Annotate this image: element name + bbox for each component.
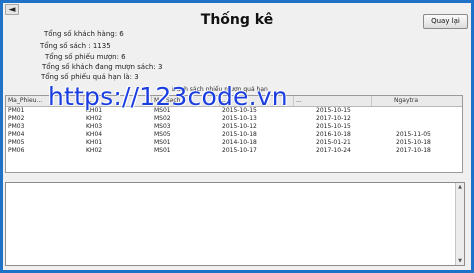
table-row[interactable]: PM06 KH02 MS01 2015-10-17 2017-10-24 201…: [6, 147, 462, 155]
table-cell: 2015-10-15: [316, 123, 351, 130]
statistics-window: ◄ Thống kê Quay lại Tổng số khách hàng: …: [0, 0, 474, 273]
stat-loans: Tổng số phiếu mượn: 6: [45, 53, 126, 61]
table-cell: PM05: [8, 139, 25, 146]
table-cell: 2015-11-05: [396, 131, 431, 138]
window-left-border: [0, 0, 3, 273]
table-cell: PM06: [8, 147, 25, 154]
table-cell: MS05: [154, 131, 171, 138]
table-row[interactable]: PM04 KH04 MS05 2015-10-18 2016-10-18 201…: [6, 131, 462, 139]
table-cell: KH04: [86, 131, 103, 138]
table-cell: 2014-10-18: [222, 139, 257, 146]
table-cell: PM02: [8, 115, 25, 122]
column-header[interactable]: Ngaytra: [372, 96, 462, 106]
table-cell: PM03: [8, 123, 25, 130]
vertical-scrollbar[interactable]: ▲ ▼: [455, 183, 464, 265]
table-cell: 2017-10-18: [396, 147, 431, 154]
stat-customers: Tổng số khách hàng: 6: [44, 30, 124, 38]
table-cell: PM04: [8, 131, 25, 138]
stat-books: Tổng số sách : 1135: [40, 42, 111, 50]
table-cell: KH02: [86, 115, 103, 122]
table-cell: KH03: [86, 123, 103, 130]
table-cell: KH02: [86, 147, 103, 154]
watermark-text: https://123code.vn: [48, 82, 288, 111]
return-button[interactable]: Quay lại: [423, 14, 468, 29]
table-cell: 2017-10-24: [316, 147, 351, 154]
table-cell: MS02: [154, 115, 171, 122]
table-cell: 2015-10-18: [222, 131, 257, 138]
page-title: Thống kê: [200, 12, 274, 28]
table-cell: KH01: [86, 139, 103, 146]
column-header[interactable]: ...: [294, 96, 372, 106]
text-area-panel[interactable]: ▲ ▼: [5, 182, 465, 266]
stat-overdue: Tổng số phiếu quá hạn là: 3: [41, 73, 139, 81]
table-cell: 2016-10-18: [316, 131, 351, 138]
table-cell: 2015-10-12: [222, 123, 257, 130]
table-cell: 2015-10-13: [222, 115, 257, 122]
table-row[interactable]: PM05 KH01 MS01 2014-10-18 2015-01-21 201…: [6, 139, 462, 147]
table-cell: 2015-10-15: [316, 107, 351, 114]
table-cell: 2015-01-21: [316, 139, 351, 146]
table-cell: PM01: [8, 107, 25, 114]
table-cell: 2015-10-18: [396, 139, 431, 146]
table-row[interactable]: PM03 KH03 MS03 2015-10-12 2015-10-15: [6, 123, 462, 131]
window-top-border: [0, 0, 474, 3]
stat-borrowing: Tổng số khách đang mượn sách: 3: [42, 63, 163, 71]
scroll-up-icon[interactable]: ▲: [456, 183, 464, 191]
table-cell: 2017-10-12: [316, 115, 351, 122]
table-cell: MS01: [154, 147, 171, 154]
table-cell: MS01: [154, 139, 171, 146]
table-row[interactable]: PM02 KH02 MS02 2015-10-13 2017-10-12: [6, 115, 462, 123]
table-cell: MS03: [154, 123, 171, 130]
scroll-down-icon[interactable]: ▼: [456, 257, 464, 265]
table-cell: 2015-10-17: [222, 147, 257, 154]
